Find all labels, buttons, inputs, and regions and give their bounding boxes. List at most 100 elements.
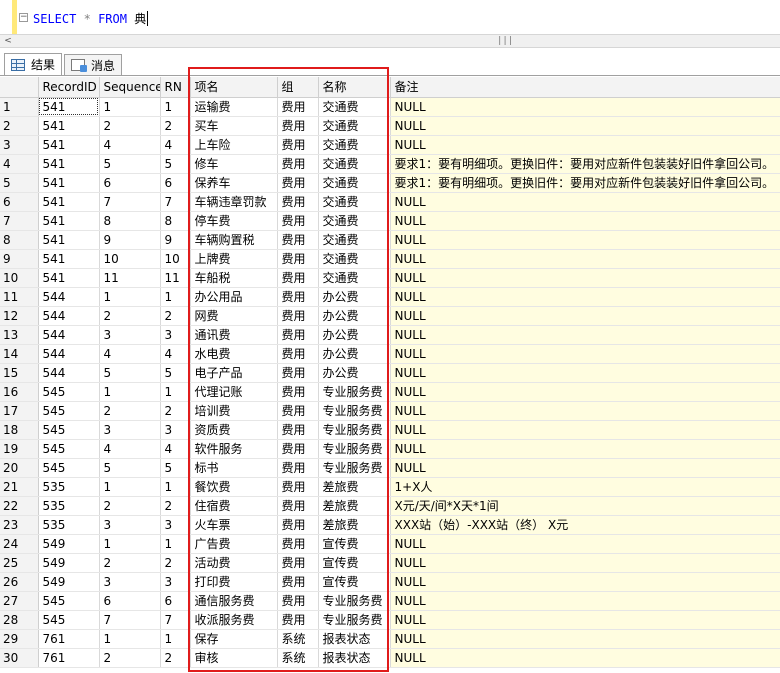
record-id-cell[interactable]: 544 (38, 287, 100, 307)
editor-horizontal-scrollbar[interactable]: < ||| (0, 34, 780, 48)
table-row[interactable]: 18 545 3 3 资质费 费用 专业服务费 NULL (0, 420, 780, 440)
column-header-note[interactable]: 备注 (390, 77, 780, 98)
table-row[interactable]: 25 549 2 2 活动费 费用 宣传费 NULL (0, 553, 780, 573)
column-header-rownum[interactable] (0, 77, 39, 98)
record-id-cell[interactable]: 535 (38, 477, 100, 497)
item-name-cell[interactable]: 保存 (190, 629, 278, 649)
table-row[interactable]: 9 541 10 10 上牌费 费用 交通费 NULL (0, 249, 780, 269)
group-cell[interactable]: 费用 (277, 344, 319, 364)
record-id-cell[interactable]: 541 (38, 230, 100, 250)
item-name-cell[interactable]: 保养车 (190, 173, 278, 193)
table-row[interactable]: 21 535 1 1 餐饮费 费用 差旅费 1+X人 (0, 477, 780, 497)
group-cell[interactable]: 费用 (277, 287, 319, 307)
record-id-cell[interactable]: 541 (38, 135, 100, 155)
table-row[interactable]: 6 541 7 7 车辆违章罚款 费用 交通费 NULL (0, 192, 780, 212)
sequence-cell[interactable]: 10 (99, 249, 161, 269)
note-cell[interactable]: X元/天/间*X天*1间 (390, 496, 780, 516)
sequence-cell[interactable]: 2 (99, 401, 161, 421)
sequence-cell[interactable]: 1 (99, 629, 161, 649)
name-cell[interactable]: 交通费 (318, 268, 391, 288)
row-number[interactable]: 22 (0, 496, 39, 516)
group-cell[interactable]: 费用 (277, 553, 319, 573)
item-name-cell[interactable]: 资质费 (190, 420, 278, 440)
table-row[interactable]: 29 761 1 1 保存 系统 报表状态 NULL (0, 629, 780, 649)
sequence-cell[interactable]: 5 (99, 363, 161, 383)
row-number[interactable]: 6 (0, 192, 39, 212)
record-id-cell[interactable]: 541 (38, 192, 100, 212)
group-cell[interactable]: 费用 (277, 173, 319, 193)
table-row[interactable]: 10 541 11 11 车船税 费用 交通费 NULL (0, 268, 780, 288)
row-number[interactable]: 2 (0, 116, 39, 136)
record-id-cell[interactable]: 535 (38, 515, 100, 535)
rn-cell[interactable]: 1 (160, 382, 191, 402)
item-name-cell[interactable]: 住宿费 (190, 496, 278, 516)
row-number[interactable]: 3 (0, 135, 39, 155)
table-row[interactable]: 4 541 5 5 修车 费用 交通费 要求1：要有明细项。更换旧件：要用对应新件包装装好旧件… (0, 154, 780, 174)
item-name-cell[interactable]: 火车票 (190, 515, 278, 535)
name-cell[interactable]: 交通费 (318, 154, 391, 174)
group-cell[interactable]: 费用 (277, 382, 319, 402)
item-name-cell[interactable]: 车辆购置税 (190, 230, 278, 250)
name-cell[interactable]: 办公费 (318, 363, 391, 383)
tab-messages[interactable]: 消息 (64, 54, 123, 75)
group-cell[interactable]: 费用 (277, 97, 319, 117)
item-name-cell[interactable]: 通信服务费 (190, 591, 278, 611)
group-cell[interactable]: 费用 (277, 439, 319, 459)
sequence-cell[interactable]: 7 (99, 610, 161, 630)
item-name-cell[interactable]: 打印费 (190, 572, 278, 592)
rn-cell[interactable]: 1 (160, 477, 191, 497)
row-number[interactable]: 25 (0, 553, 39, 573)
table-row[interactable]: 15 544 5 5 电子产品 费用 办公费 NULL (0, 363, 780, 383)
note-cell[interactable]: NULL (390, 572, 780, 592)
table-row[interactable]: 20 545 5 5 标书 费用 专业服务费 NULL (0, 458, 780, 478)
group-cell[interactable]: 费用 (277, 477, 319, 497)
item-name-cell[interactable]: 网费 (190, 306, 278, 326)
item-name-cell[interactable]: 通讯费 (190, 325, 278, 345)
record-id-cell[interactable]: 545 (38, 591, 100, 611)
item-name-cell[interactable]: 停车费 (190, 211, 278, 231)
name-cell[interactable]: 交通费 (318, 97, 391, 117)
row-number[interactable]: 11 (0, 287, 39, 307)
group-cell[interactable]: 费用 (277, 458, 319, 478)
name-cell[interactable]: 专业服务费 (318, 401, 391, 421)
rn-cell[interactable]: 1 (160, 287, 191, 307)
sequence-cell[interactable]: 4 (99, 344, 161, 364)
row-number[interactable]: 19 (0, 439, 39, 459)
row-number[interactable]: 1 (0, 97, 39, 117)
query-editor[interactable]: − SELECT * FROM 典 (0, 0, 780, 34)
group-cell[interactable]: 费用 (277, 230, 319, 250)
record-id-cell[interactable]: 545 (38, 401, 100, 421)
rn-cell[interactable]: 1 (160, 97, 191, 117)
item-name-cell[interactable]: 标书 (190, 458, 278, 478)
record-id-cell[interactable]: 549 (38, 572, 100, 592)
row-number[interactable]: 4 (0, 154, 39, 174)
record-id-cell[interactable]: 541 (38, 97, 100, 117)
rn-cell[interactable]: 9 (160, 230, 191, 250)
item-name-cell[interactable]: 活动费 (190, 553, 278, 573)
item-name-cell[interactable]: 办公用品 (190, 287, 278, 307)
group-cell[interactable]: 费用 (277, 211, 319, 231)
table-row[interactable]: 28 545 7 7 收派服务费 费用 专业服务费 NULL (0, 610, 780, 630)
row-number[interactable]: 28 (0, 610, 39, 630)
row-number[interactable]: 5 (0, 173, 39, 193)
item-name-cell[interactable]: 运输费 (190, 97, 278, 117)
note-cell[interactable]: NULL (390, 116, 780, 136)
record-id-cell[interactable]: 541 (38, 268, 100, 288)
row-number[interactable]: 21 (0, 477, 39, 497)
note-cell[interactable]: 要求1：要有明细项。更换旧件：要用对应新件包装装好旧件拿回公司。 (390, 173, 780, 193)
row-number[interactable]: 16 (0, 382, 39, 402)
record-id-cell[interactable]: 541 (38, 173, 100, 193)
results-grid[interactable]: RecordID Sequence RN 项名组名称 备注 1 541 1 1 运输费 费用 交通费… (0, 77, 780, 673)
group-cell[interactable]: 费用 (277, 325, 319, 345)
table-row[interactable]: 17 545 2 2 培训费 费用 专业服务费 NULL (0, 401, 780, 421)
note-cell[interactable]: NULL (390, 325, 780, 345)
group-cell[interactable]: 费用 (277, 249, 319, 269)
row-number[interactable]: 24 (0, 534, 39, 554)
note-cell[interactable]: NULL (390, 591, 780, 611)
group-cell[interactable]: 费用 (277, 192, 319, 212)
note-cell[interactable]: NULL (390, 287, 780, 307)
note-cell[interactable]: NULL (390, 306, 780, 326)
name-cell[interactable]: 交通费 (318, 249, 391, 269)
note-cell[interactable]: NULL (390, 401, 780, 421)
row-number[interactable]: 15 (0, 363, 39, 383)
